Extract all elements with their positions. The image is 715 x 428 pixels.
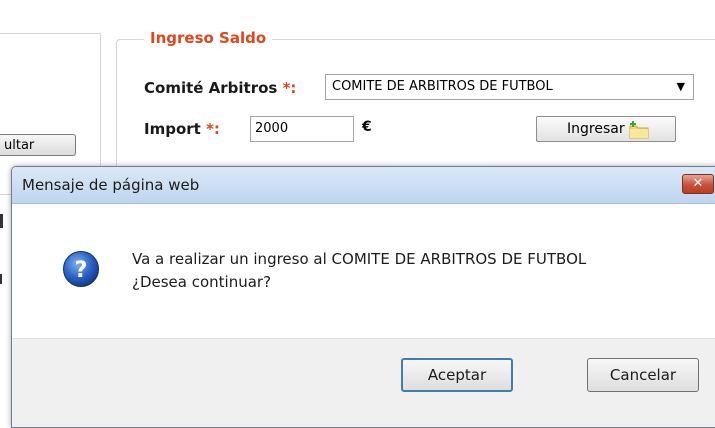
edge-mark: [0, 214, 3, 228]
ingresar-button[interactable]: Ingresar: [536, 116, 676, 142]
close-icon: ✕: [692, 176, 704, 191]
dialog-body: ? Va a realizar un ingreso al COMITE DE …: [12, 204, 715, 338]
comite-select-value: COMITE DE ARBITROS DE FUTBOL: [332, 79, 553, 94]
message-dialog: Mensaje de página web ✕ ? Va a realizar …: [11, 166, 715, 428]
close-button[interactable]: ✕: [682, 174, 714, 194]
dialog-footer: Aceptar Cancelar: [12, 338, 715, 427]
dialog-message-line1: Va a realizar un ingreso al COMITE DE AR…: [132, 250, 587, 268]
required-marker: *:: [206, 120, 220, 138]
comite-label: Comité Arbitros: [144, 79, 278, 97]
dialog-titlebar[interactable]: Mensaje de página web ✕: [12, 167, 715, 204]
folder-add-icon: [629, 121, 649, 139]
dialog-title: Mensaje de página web: [22, 176, 200, 194]
import-label: Import: [144, 120, 201, 138]
import-label-row: Import *:: [144, 120, 220, 138]
ingresar-label: Ingresar: [567, 121, 625, 137]
edge-mark: [0, 274, 2, 284]
currency-label: €: [362, 119, 372, 135]
comite-label-row: Comité Arbitros *:: [144, 79, 296, 97]
accept-button[interactable]: Aceptar: [401, 358, 513, 392]
question-icon: ?: [62, 250, 100, 288]
cancel-button[interactable]: Cancelar: [587, 358, 699, 392]
dialog-message-line2: ¿Desea continuar?: [132, 273, 272, 291]
svg-text:?: ?: [75, 258, 88, 283]
chevron-down-icon[interactable]: ▼: [677, 75, 685, 99]
import-input[interactable]: 2000: [250, 116, 354, 142]
comite-select[interactable]: COMITE DE ARBITROS DE FUTBOL ▼: [325, 74, 694, 100]
required-marker: *:: [282, 79, 297, 97]
consultar-button[interactable]: ultar: [0, 134, 76, 156]
fieldset-legend: Ingreso Saldo: [144, 29, 273, 47]
